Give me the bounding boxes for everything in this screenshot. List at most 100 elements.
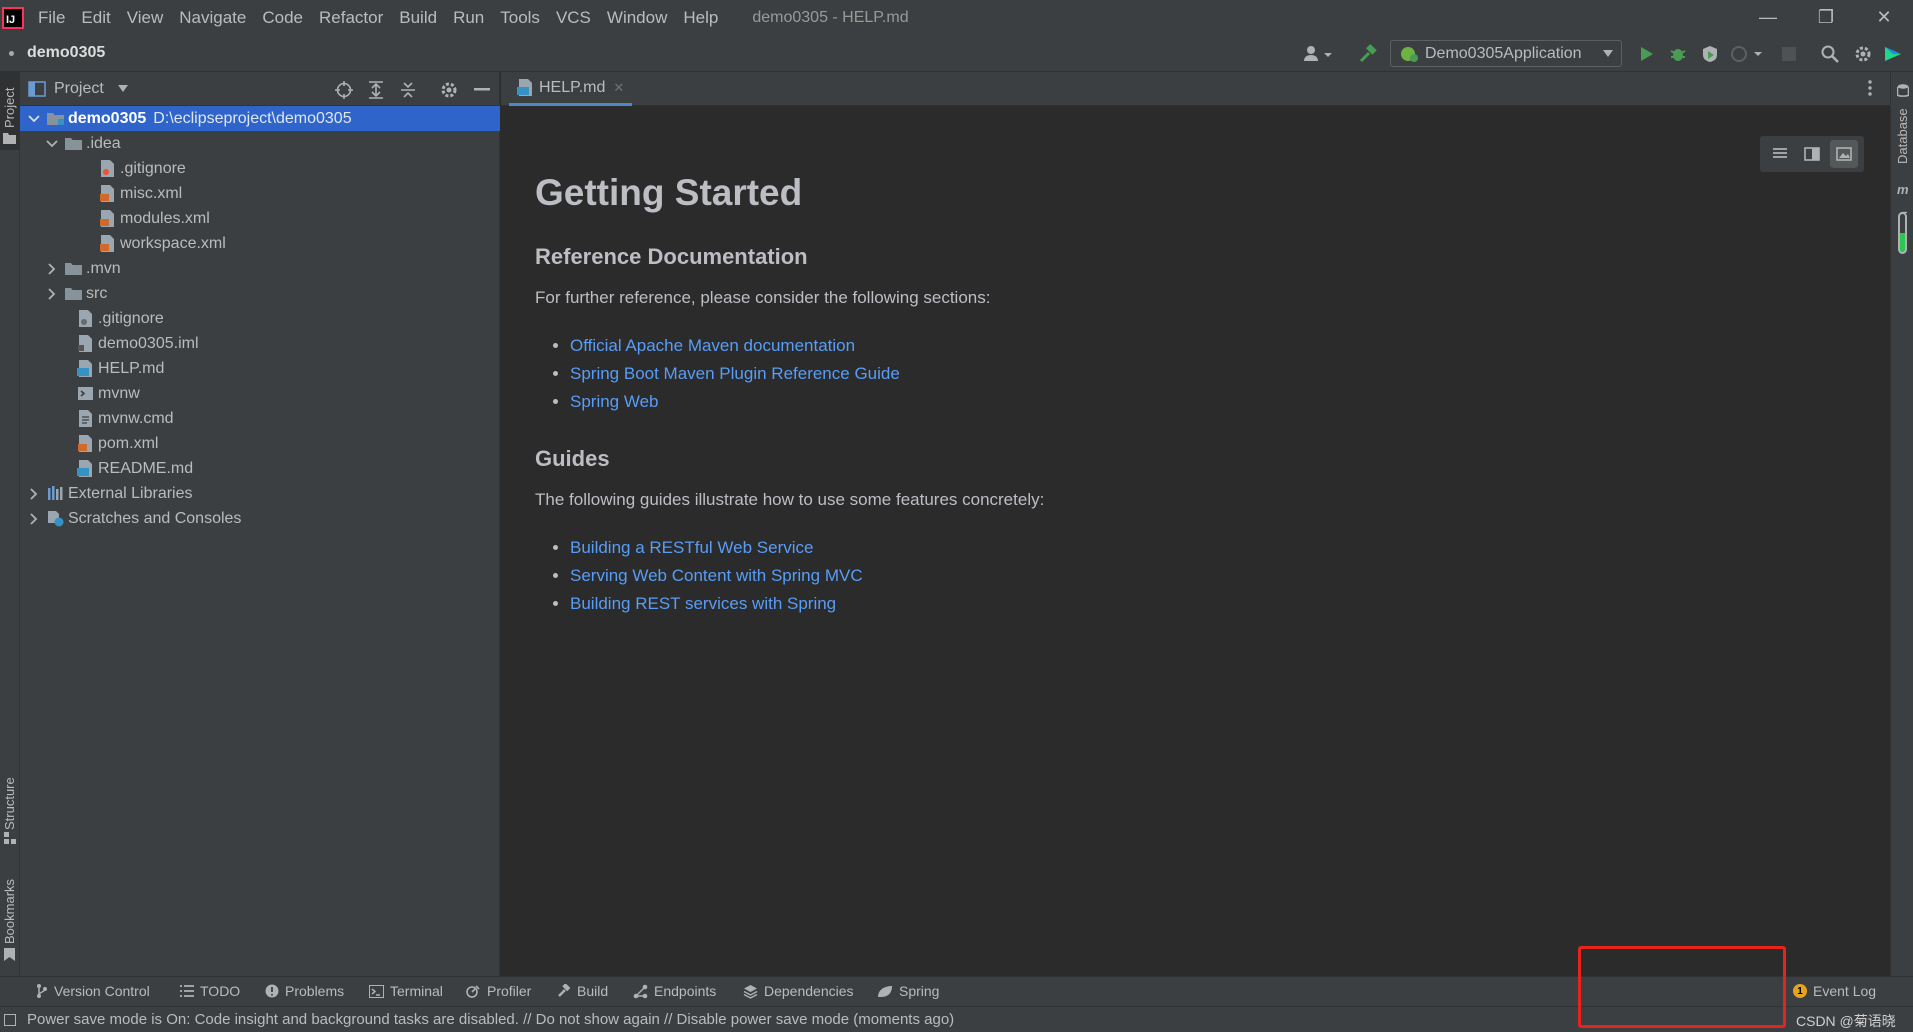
- link-serving-web-content[interactable]: Serving Web Content with Spring MVC: [570, 566, 863, 585]
- tool-event-log[interactable]: 1 Event Log: [1793, 983, 1876, 999]
- tree-item-pom-xml[interactable]: pom.xml: [20, 431, 500, 456]
- link-maven-plugin-guide[interactable]: Spring Boot Maven Plugin Reference Guide: [570, 364, 900, 383]
- tree-item-mvn[interactable]: .mvn: [20, 256, 500, 281]
- tab-help-md[interactable]: HELP.md ✕: [509, 72, 633, 106]
- chevron-down-icon: [45, 137, 59, 151]
- tool-dependencies[interactable]: Dependencies: [743, 983, 854, 999]
- split-view-icon[interactable]: [1798, 140, 1826, 168]
- preview-only-icon[interactable]: [1830, 140, 1858, 168]
- tool-todo[interactable]: TODO: [180, 983, 240, 999]
- restore-button[interactable]: ❐: [1797, 0, 1855, 35]
- toolbox-app-icon[interactable]: [1882, 42, 1904, 66]
- event-log-count-badge: 1: [1793, 984, 1807, 998]
- tree-item-help-md[interactable]: HELP.md: [20, 356, 500, 381]
- tree-item-workspace-xml[interactable]: workspace.xml: [20, 231, 500, 256]
- run-configuration-select[interactable]: Demo0305Application: [1390, 40, 1622, 67]
- menu-vcs[interactable]: VCS: [556, 8, 591, 28]
- tree-item-iml[interactable]: demo0305.iml: [20, 331, 500, 356]
- terminal-icon: [369, 984, 384, 998]
- tool-label: TODO: [200, 983, 241, 999]
- tree-item-idea[interactable]: .idea: [20, 131, 500, 156]
- user-icon[interactable]: [1300, 42, 1336, 66]
- more-options-icon[interactable]: [1868, 80, 1872, 96]
- tool-build[interactable]: Build: [557, 983, 608, 999]
- tree-item-mvnw-cmd[interactable]: mvnw.cmd: [20, 406, 500, 431]
- profile-run-icon[interactable]: [1729, 42, 1765, 66]
- run-icon[interactable]: [1636, 42, 1658, 66]
- expand-all-icon[interactable]: [366, 80, 386, 100]
- scratches-icon: [48, 511, 64, 527]
- hide-panel-icon[interactable]: [472, 80, 492, 100]
- bookmarks-tool-tab[interactable]: Bookmarks: [0, 862, 20, 962]
- maven-tool-tab[interactable]: m Maven: [1891, 182, 1913, 282]
- link-maven-docs[interactable]: Official Apache Maven documentation: [570, 336, 855, 355]
- tree-item-idea-gitignore[interactable]: .gitignore: [20, 156, 500, 181]
- debug-icon[interactable]: [1667, 42, 1689, 66]
- markdown-view-toggle: [1760, 136, 1864, 172]
- menu-file[interactable]: File: [38, 8, 65, 28]
- menu-help[interactable]: Help: [683, 8, 718, 28]
- menu-edit[interactable]: Edit: [81, 8, 110, 28]
- menu-bar: IJ File Edit View Navigate Code Refactor…: [0, 0, 1913, 35]
- database-icon: [1897, 84, 1909, 97]
- settings-gear-icon[interactable]: [1851, 42, 1875, 66]
- menu-navigate[interactable]: Navigate: [179, 8, 246, 28]
- menu-window[interactable]: Window: [607, 8, 667, 28]
- tree-item-label: misc.xml: [120, 184, 183, 202]
- tool-terminal[interactable]: Terminal: [369, 983, 443, 999]
- folder-icon: [65, 288, 82, 300]
- tree-item-scratches[interactable]: Scratches and Consoles: [20, 506, 500, 531]
- settings-gear-icon[interactable]: [439, 80, 459, 100]
- tree-item-external-libraries[interactable]: External Libraries: [20, 481, 500, 506]
- tree-item-readme-md[interactable]: README.md: [20, 456, 500, 481]
- tool-label: Spring: [899, 983, 940, 999]
- menu-code[interactable]: Code: [262, 8, 303, 28]
- close-button[interactable]: ✕: [1855, 0, 1913, 35]
- menu-run[interactable]: Run: [453, 8, 484, 28]
- menu-refactor[interactable]: Refactor: [319, 8, 383, 28]
- link-rest-services[interactable]: Building REST services with Spring: [570, 594, 836, 613]
- tree-item-misc-xml[interactable]: misc.xml: [20, 181, 500, 206]
- search-icon[interactable]: [1818, 42, 1842, 66]
- tree-item-src[interactable]: src: [20, 281, 500, 306]
- breadcrumb-project[interactable]: demo0305: [27, 44, 105, 62]
- collapse-all-icon[interactable]: [398, 80, 418, 100]
- tree-item-modules-xml[interactable]: modules.xml: [20, 206, 500, 231]
- reference-heading: Reference Documentation: [535, 244, 808, 269]
- watermark-text: CSDN @菊语晓: [1796, 1013, 1896, 1029]
- chevron-down-icon: [117, 84, 128, 92]
- tool-windows-toggle-icon[interactable]: [4, 1014, 16, 1026]
- editor-only-icon[interactable]: [1766, 140, 1794, 168]
- tool-problems[interactable]: Problems: [265, 983, 344, 999]
- stop-icon[interactable]: [1778, 42, 1800, 66]
- project-view-icon: [28, 80, 46, 97]
- link-restful-web-service[interactable]: Building a RESTful Web Service: [570, 538, 813, 557]
- tree-item-mvnw[interactable]: mvnw: [20, 381, 500, 406]
- build-hammer-icon[interactable]: [1356, 42, 1380, 66]
- navigation-bar: demo0305 Demo0305Application: [0, 35, 1913, 72]
- tree-item-label: workspace.xml: [120, 234, 226, 252]
- highlight-box: [1578, 946, 1786, 1028]
- menu-tools[interactable]: Tools: [500, 8, 540, 28]
- project-view-select[interactable]: Project: [28, 80, 128, 98]
- tool-profiler[interactable]: Profiler: [466, 983, 531, 999]
- branch-icon: [37, 984, 47, 998]
- link-spring-web[interactable]: Spring Web: [570, 392, 659, 411]
- project-tool-tab[interactable]: Project: [0, 72, 20, 150]
- tool-version-control[interactable]: Version Control: [36, 983, 150, 999]
- close-tab-icon[interactable]: ✕: [613, 80, 624, 96]
- locate-file-icon[interactable]: [334, 80, 354, 100]
- tree-item-project-root[interactable]: demo0305 D:\eclipseproject\demo0305: [20, 106, 500, 131]
- tree-item-gitignore[interactable]: .gitignore: [20, 306, 500, 331]
- status-message[interactable]: Power save mode is On: Code insight and …: [27, 1011, 954, 1028]
- tool-spring[interactable]: Spring: [877, 983, 939, 999]
- coverage-icon[interactable]: [1699, 42, 1721, 66]
- tree-item-label: pom.xml: [98, 434, 159, 452]
- minimize-button[interactable]: —: [1739, 0, 1797, 35]
- tool-endpoints[interactable]: Endpoints: [633, 983, 716, 999]
- structure-tool-tab[interactable]: Structure: [0, 762, 20, 844]
- menu-view[interactable]: View: [127, 8, 164, 28]
- list-item: Building REST services with Spring: [570, 590, 1735, 618]
- menu-build[interactable]: Build: [399, 8, 437, 28]
- database-tool-tab[interactable]: Database: [1891, 72, 1913, 172]
